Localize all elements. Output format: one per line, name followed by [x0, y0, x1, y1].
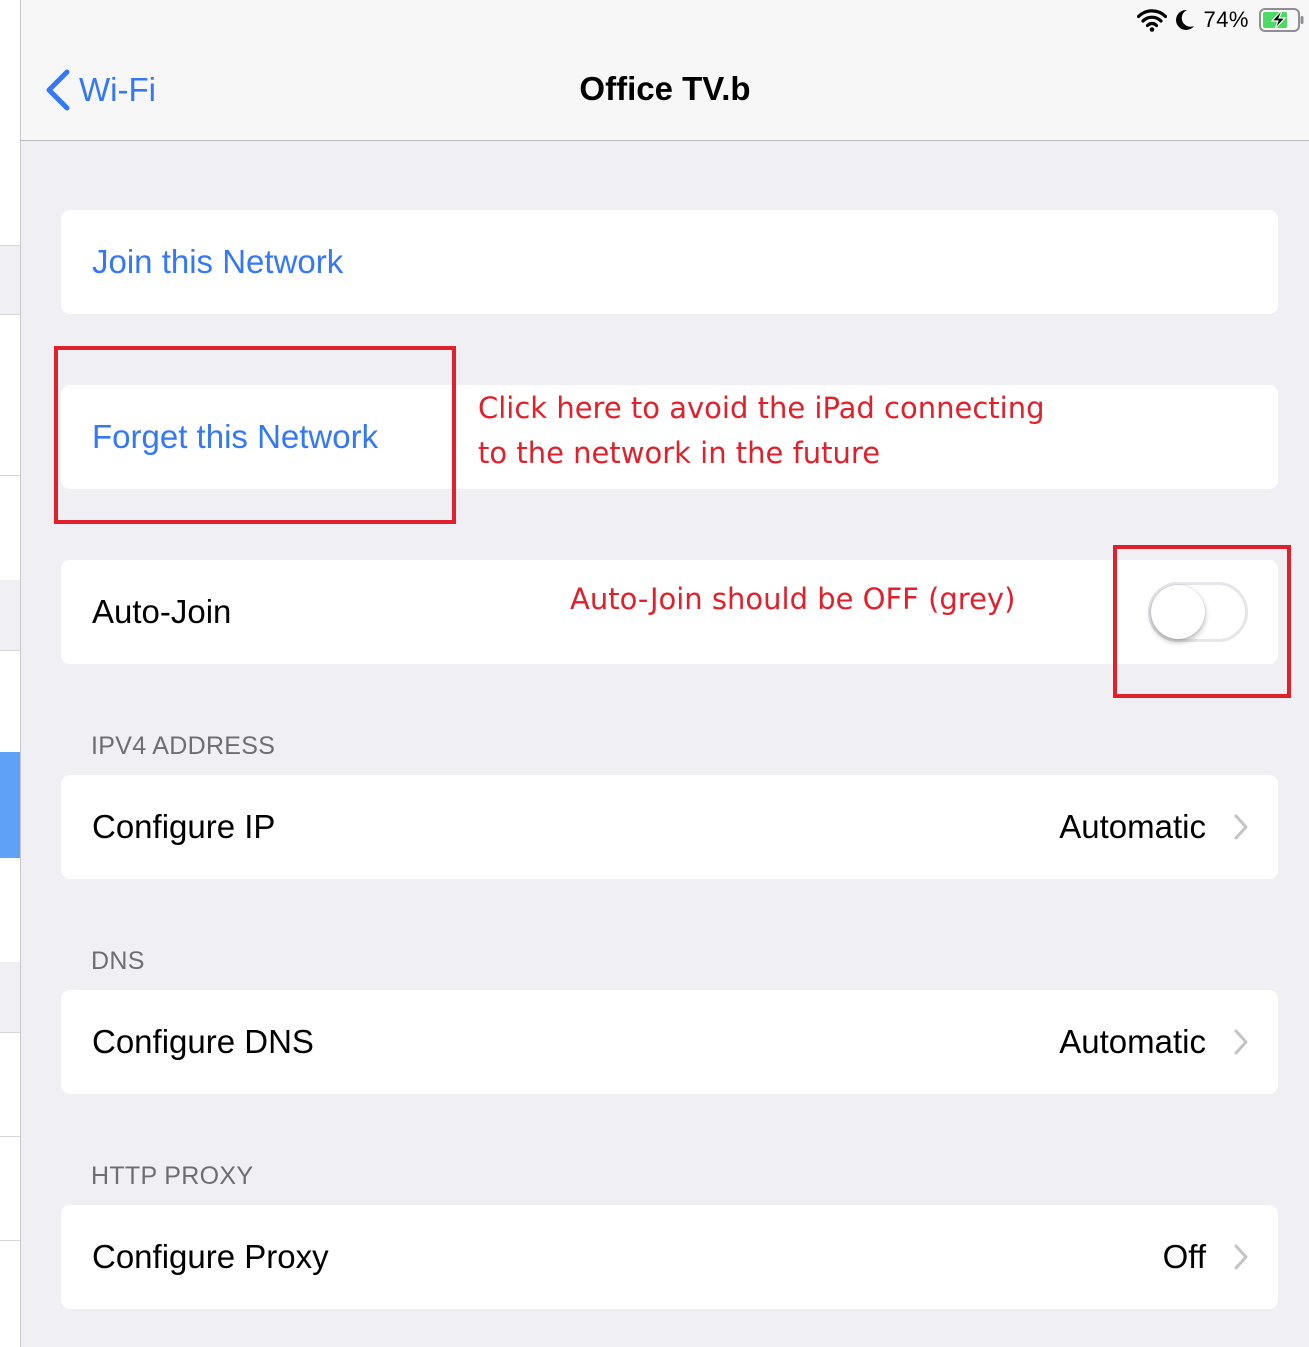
page-title: Office TV.b	[579, 70, 751, 107]
selected-row-highlight	[0, 752, 20, 858]
battery-percentage: 74%	[1203, 7, 1249, 32]
annotation-line: Click here to avoid the iPad connecting	[478, 391, 1045, 425]
join-network-cell[interactable]: Join this Network	[61, 210, 1278, 314]
configure-proxy-cell[interactable]: Configure Proxy Off	[61, 1205, 1278, 1309]
battery-charging-icon	[1259, 8, 1304, 32]
configure-dns-value: Automatic	[1059, 1023, 1206, 1060]
wifi-icon	[1137, 9, 1168, 32]
row-separator	[0, 1240, 20, 1241]
row-separator	[0, 475, 20, 476]
configure-proxy-value: Off	[1162, 1238, 1206, 1275]
ipv4-section-header: IPV4 ADDRESS	[91, 732, 276, 760]
forget-network-annotation: Click here to avoid the iPad connecting …	[478, 386, 1044, 476]
chevron-right-icon	[1234, 1244, 1248, 1270]
row-separator	[0, 314, 20, 315]
dns-section-header: DNS	[91, 947, 145, 975]
auto-join-highlight-box	[1113, 545, 1291, 698]
section-gap	[0, 580, 20, 650]
auto-join-label: Auto-Join	[92, 593, 232, 630]
configure-ip-cell[interactable]: Configure IP Automatic	[61, 775, 1278, 879]
navigation-bar: 74% Wi-Fi Office TV.b	[21, 0, 1309, 141]
row-separator	[0, 1032, 20, 1033]
auto-join-annotation: Auto-Join should be OFF (grey)	[570, 582, 1016, 616]
status-bar: 74%	[1137, 4, 1309, 36]
section-gap	[0, 962, 20, 1032]
chevron-right-icon	[1234, 1029, 1248, 1055]
configure-proxy-label: Configure Proxy	[92, 1238, 329, 1275]
configure-ip-value: Automatic	[1059, 808, 1206, 845]
row-separator	[0, 1136, 20, 1137]
join-network-button[interactable]: Join this Network	[92, 210, 343, 314]
configure-dns-cell[interactable]: Configure DNS Automatic	[61, 990, 1278, 1094]
master-pane-edge	[0, 0, 21, 1347]
configure-dns-label: Configure DNS	[92, 1023, 314, 1060]
http-proxy-section-header: HTTP PROXY	[91, 1162, 254, 1190]
annotation-line: to the network in the future	[478, 436, 881, 470]
row-separator	[0, 650, 20, 651]
forget-network-highlight-box	[54, 346, 456, 524]
section-gap	[0, 246, 20, 314]
moon-icon	[1176, 9, 1195, 30]
configure-ip-label: Configure IP	[92, 808, 276, 845]
chevron-right-icon	[1234, 814, 1248, 840]
